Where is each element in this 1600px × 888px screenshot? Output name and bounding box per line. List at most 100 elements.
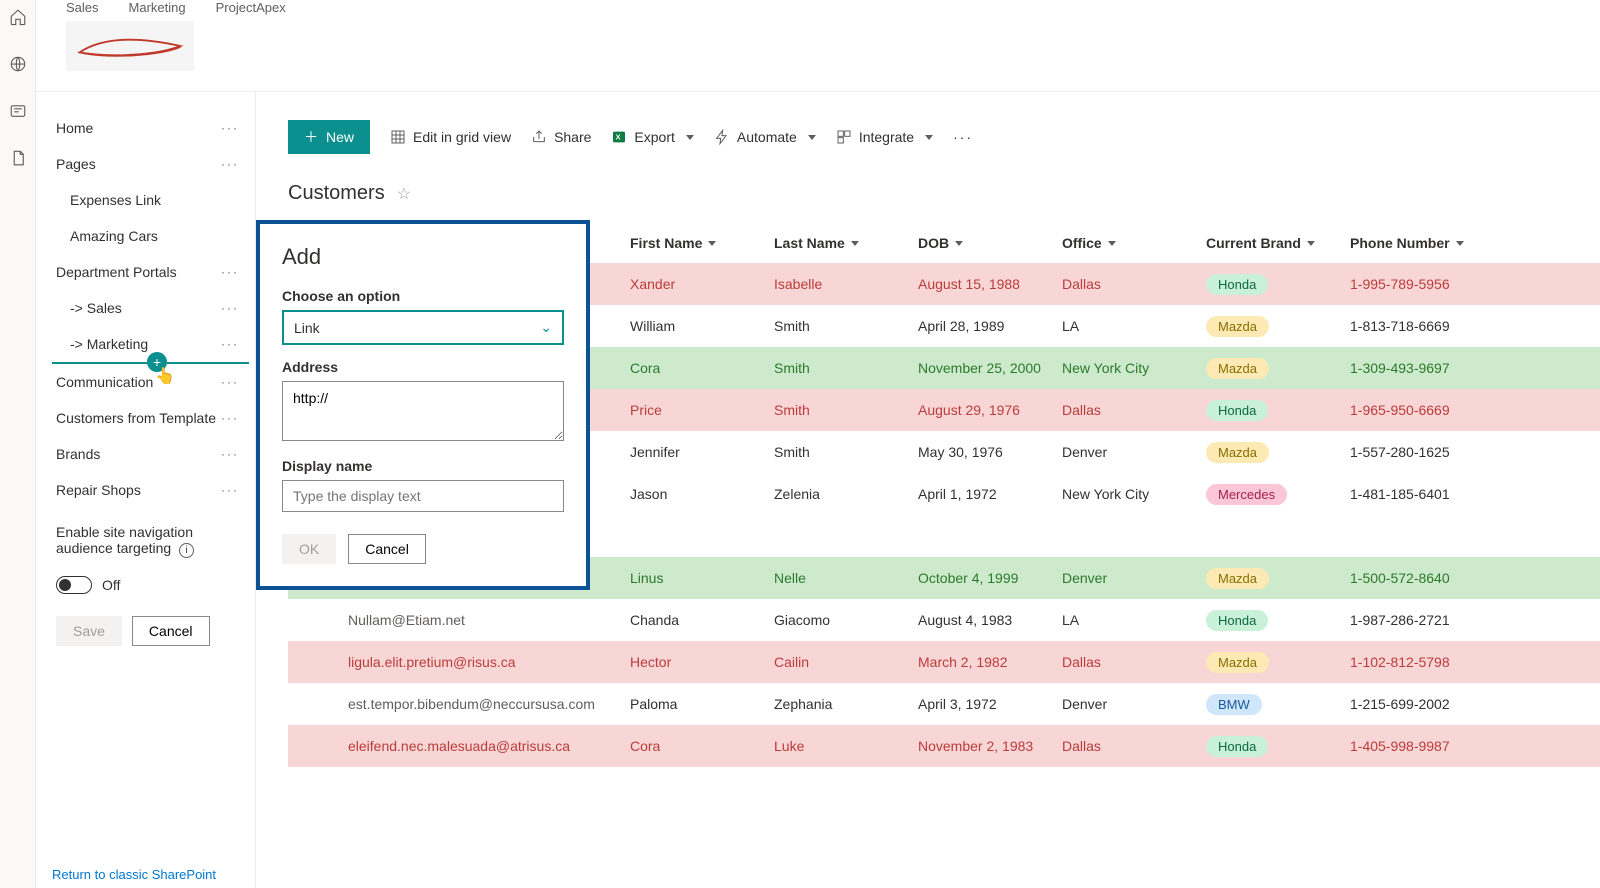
more-icon[interactable]: ··· <box>221 483 239 497</box>
site-logo[interactable] <box>66 21 194 71</box>
edit-grid-button[interactable]: Edit in grid view <box>390 129 511 145</box>
col-dob[interactable]: DOB <box>918 235 1062 251</box>
cell-office: Denver <box>1062 696 1206 712</box>
more-icon[interactable]: ··· <box>221 265 239 279</box>
brand-pill: Honda <box>1206 736 1268 757</box>
col-last-name[interactable]: Last Name <box>774 235 918 251</box>
choose-option-label: Choose an option <box>282 288 564 304</box>
row-title[interactable]: eleifend.nec.malesuada@atrisus.ca <box>348 738 570 754</box>
more-icon[interactable]: ··· <box>221 411 239 425</box>
nav-pages[interactable]: Pages··· <box>36 146 255 182</box>
nav-amazing-cars[interactable]: Amazing Cars <box>36 218 255 254</box>
header-tab-sales[interactable]: Sales <box>66 0 99 15</box>
cancel-button[interactable]: Cancel <box>348 534 426 564</box>
nav-customers-template[interactable]: Customers from Template··· <box>36 400 255 436</box>
row-title[interactable]: est.tempor.bibendum@neccursusa.com <box>348 696 595 712</box>
more-icon[interactable]: ··· <box>221 375 239 389</box>
nav-department-portals[interactable]: Department Portals··· <box>36 254 255 290</box>
nav-insert-indicator[interactable]: + 👆 <box>36 362 255 364</box>
cell-dob: August 4, 1983 <box>918 612 1062 628</box>
cell-brand: Honda <box>1206 400 1350 421</box>
brand-pill: Honda <box>1206 400 1268 421</box>
cell-dob: August 29, 1976 <box>918 402 1062 418</box>
cell-brand: Mazda <box>1206 316 1350 337</box>
address-input[interactable]: http:// <box>282 381 564 441</box>
integrate-button[interactable]: Integrate <box>836 129 933 145</box>
header-tab-projectapex[interactable]: ProjectApex <box>216 0 286 15</box>
globe-icon[interactable] <box>9 55 27 76</box>
header-tab-marketing[interactable]: Marketing <box>129 0 186 15</box>
col-office[interactable]: Office <box>1062 235 1206 251</box>
cell-office: Denver <box>1062 570 1206 586</box>
toolbar-more-button[interactable]: ··· <box>953 129 973 145</box>
document-icon[interactable] <box>9 149 27 170</box>
more-icon[interactable]: ··· <box>221 337 239 351</box>
more-icon[interactable]: ··· <box>221 447 239 461</box>
table-row[interactable]: eleifend.nec.malesuada@atrisus.ca CoraLuk… <box>288 725 1600 767</box>
cell-office: Dallas <box>1062 402 1206 418</box>
brand-pill: Mercedes <box>1206 484 1287 505</box>
address-label: Address <box>282 359 564 375</box>
table-row[interactable]: ligula.elit.pretium@risus.caHectorCailin… <box>288 641 1600 683</box>
cell-brand: Mercedes <box>1206 484 1350 505</box>
nav-expenses-link[interactable]: Expenses Link <box>36 182 255 218</box>
brand-pill: Mazda <box>1206 652 1269 673</box>
cell-last-name: Cailin <box>774 654 918 670</box>
cell-first-name: Cora <box>630 738 774 754</box>
col-phone-number[interactable]: Phone Number <box>1350 235 1510 251</box>
nav-cancel-button[interactable]: Cancel <box>132 616 210 646</box>
row-title[interactable]: ligula.elit.pretium@risus.ca <box>348 654 516 670</box>
cell-first-name: Linus <box>630 570 774 586</box>
more-icon[interactable]: ··· <box>221 157 239 171</box>
cell-office: New York City <box>1062 360 1206 376</box>
home-icon[interactable] <box>9 8 27 29</box>
nav-repair-shops[interactable]: Repair Shops··· <box>36 472 255 508</box>
cell-office: Denver <box>1062 444 1206 460</box>
info-icon[interactable]: i <box>179 543 194 558</box>
more-icon[interactable]: ··· <box>221 121 239 135</box>
more-icon[interactable]: ··· <box>221 301 239 315</box>
col-first-name[interactable]: First Name <box>630 235 774 251</box>
share-button[interactable]: Share <box>531 129 591 145</box>
chevron-down-icon <box>1108 241 1116 246</box>
choose-option-select[interactable]: Link ⌄ <box>282 310 564 345</box>
cell-first-name: Price <box>630 402 774 418</box>
cell-dob: April 28, 1989 <box>918 318 1062 334</box>
favorite-icon[interactable]: ☆ <box>397 184 411 204</box>
cell-dob: August 15, 1988 <box>918 276 1062 292</box>
nav-home[interactable]: Home··· <box>36 110 255 146</box>
row-title[interactable]: Nullam@Etiam.net <box>348 612 465 628</box>
cell-dob: October 4, 1999 <box>918 570 1062 586</box>
automate-button[interactable]: Automate <box>714 129 816 145</box>
export-button[interactable]: XExport <box>611 129 693 145</box>
return-classic-link[interactable]: Return to classic SharePoint <box>52 867 216 882</box>
cell-first-name: Jason <box>630 486 774 502</box>
brand-pill: Mazda <box>1206 316 1269 337</box>
cell-first-name: Jennifer <box>630 444 774 460</box>
chevron-down-icon <box>851 241 859 246</box>
nav-sales[interactable]: -> Sales··· <box>36 290 255 326</box>
list-toolbar: ＋New Edit in grid view Share XExport Aut… <box>256 92 1600 182</box>
cell-phone: 1-965-950-6669 <box>1350 402 1510 418</box>
nav-brands[interactable]: Brands··· <box>36 436 255 472</box>
table-row[interactable]: Nullam@Etiam.netChandaGiacomoAugust 4, 1… <box>288 599 1600 641</box>
cell-office: Dallas <box>1062 654 1206 670</box>
cell-brand: Mazda <box>1206 568 1350 589</box>
cell-dob: November 25, 2000 <box>918 360 1062 376</box>
add-link-dialog: Add Choose an option Link ⌄ Address http… <box>256 220 590 590</box>
cell-last-name: Isabelle <box>774 276 918 292</box>
cell-phone: 1-405-998-9987 <box>1350 738 1510 754</box>
new-button[interactable]: ＋New <box>288 120 370 154</box>
cell-phone: 1-557-280-1625 <box>1350 444 1510 460</box>
display-name-input[interactable] <box>282 480 564 512</box>
cell-phone: 1-309-493-9697 <box>1350 360 1510 376</box>
cell-last-name: Luke <box>774 738 918 754</box>
audience-targeting-toggle[interactable] <box>56 576 92 594</box>
table-row[interactable]: est.tempor.bibendum@neccursusa.comPaloma… <box>288 683 1600 725</box>
news-icon[interactable] <box>9 102 27 123</box>
nav-communication[interactable]: Communication··· <box>36 364 255 400</box>
dialog-title: Add <box>282 244 564 270</box>
nav-marketing[interactable]: -> Marketing··· <box>36 326 255 362</box>
chevron-down-icon <box>1307 241 1315 246</box>
col-current-brand[interactable]: Current Brand <box>1206 235 1350 251</box>
